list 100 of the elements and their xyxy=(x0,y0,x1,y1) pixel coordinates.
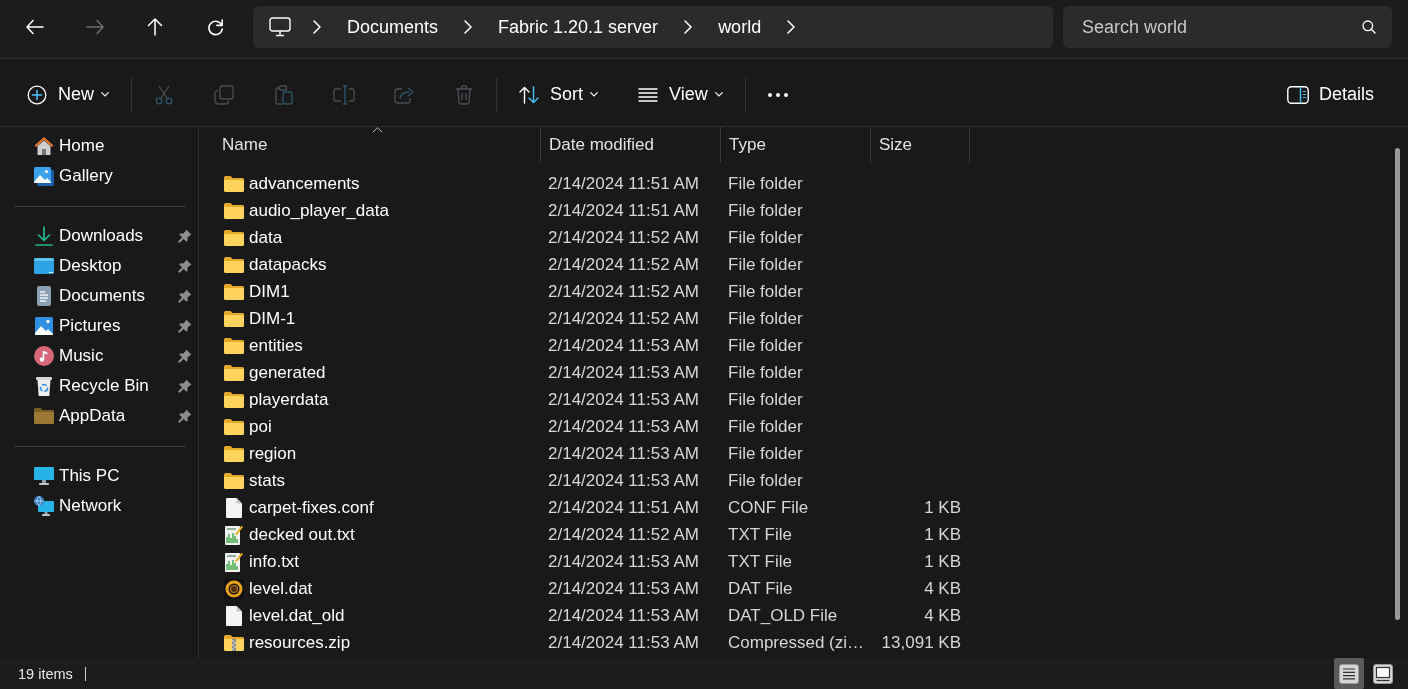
chart-page-icon xyxy=(225,551,243,572)
sidebar-item[interactable]: Pictures xyxy=(34,312,121,340)
column-header[interactable]: Date modified xyxy=(540,127,720,163)
column-header[interactable]: Type xyxy=(720,127,870,163)
scissors-icon xyxy=(155,84,173,105)
chevron-icon[interactable] xyxy=(464,20,473,34)
file-name[interactable]: audio_player_data xyxy=(249,200,389,221)
file-type: TXT File xyxy=(728,551,792,572)
image-icon xyxy=(35,317,53,335)
page-icon xyxy=(226,605,242,626)
file-type: DAT_OLD File xyxy=(728,605,838,626)
file-name[interactable]: datapacks xyxy=(249,254,327,275)
sidebar-item[interactable]: Desktop xyxy=(34,252,122,280)
sort-button[interactable]: Sort xyxy=(509,76,609,113)
sidebar-item[interactable]: Documents xyxy=(34,282,145,310)
copy-icon xyxy=(214,84,234,105)
chevron-icon[interactable] xyxy=(787,20,796,34)
file-name[interactable]: advancements xyxy=(249,173,360,194)
file-name[interactable]: decked out.txt xyxy=(249,524,355,545)
sidebar-item[interactable]: Home xyxy=(34,132,105,160)
date-modified: 2/14/2024 11:52 AM xyxy=(548,524,699,545)
file-name[interactable]: resources.zip xyxy=(249,632,351,653)
breadcrumb[interactable]: Fabric 1.20.1 server xyxy=(494,12,663,42)
file-name[interactable]: playerdata xyxy=(249,389,329,410)
file-name[interactable]: DIM-1 xyxy=(249,308,296,329)
file-name[interactable]: stats xyxy=(249,470,285,491)
date-modified: 2/14/2024 11:51 AM xyxy=(548,173,699,194)
text-cursor-icon xyxy=(333,84,355,105)
sidebar-item[interactable]: Network xyxy=(34,492,122,520)
file-name[interactable]: info.txt xyxy=(249,551,300,572)
file-type: Compressed (zi… xyxy=(728,632,865,653)
file-type: TXT File xyxy=(728,524,792,545)
image-stack-icon xyxy=(34,166,54,186)
file-name[interactable]: data xyxy=(249,227,283,248)
search-field[interactable]: Search world xyxy=(1063,6,1392,48)
folder-icon xyxy=(224,364,244,381)
column-header[interactable]: Name xyxy=(214,127,540,163)
square-icon xyxy=(1373,663,1393,684)
sidebar-item[interactable]: Music xyxy=(34,342,104,370)
file-name[interactable]: carpet-fixes.conf xyxy=(249,497,374,518)
date-modified: 2/14/2024 11:51 AM xyxy=(548,200,699,221)
sidebar-item[interactable]: Gallery xyxy=(34,162,113,190)
file-type: File folder xyxy=(728,416,803,437)
folder-icon xyxy=(224,310,244,327)
globe-monitor-icon xyxy=(34,496,54,516)
file-name[interactable]: poi xyxy=(249,416,272,437)
file-type: File folder xyxy=(728,470,803,491)
file-size: 13,091 KB xyxy=(881,632,961,653)
trash-icon xyxy=(455,84,473,105)
scrollbar-thumb[interactable] xyxy=(1395,148,1400,620)
file-type: File folder xyxy=(728,389,803,410)
back-arrow-icon xyxy=(26,19,44,35)
chart-page-icon xyxy=(225,524,243,545)
document-icon xyxy=(37,286,51,306)
folder-icon xyxy=(224,202,244,219)
sidebar-item[interactable]: AppData xyxy=(34,402,126,430)
file-size: 1 KB xyxy=(924,524,961,545)
share-icon xyxy=(394,85,414,104)
file-size: 4 KB xyxy=(924,578,961,599)
search-icon[interactable] xyxy=(1362,20,1376,34)
date-modified: 2/14/2024 11:52 AM xyxy=(548,254,699,275)
monitor-icon[interactable] xyxy=(269,17,291,37)
item-count: 19 items xyxy=(18,665,73,682)
sidebar-item[interactable]: This PC xyxy=(34,462,120,490)
download-arrow-icon xyxy=(35,226,53,246)
chevron-icon[interactable] xyxy=(313,20,321,34)
address-bar[interactable]: Documents Fabric 1.20.1 server world xyxy=(253,6,1053,48)
date-modified: 2/14/2024 11:53 AM xyxy=(548,632,699,653)
file-name[interactable]: generated xyxy=(249,362,326,383)
file-name[interactable]: level.dat_old xyxy=(249,605,345,626)
view-button[interactable]: View xyxy=(628,76,733,113)
music-note-icon xyxy=(34,346,54,366)
refresh-icon xyxy=(206,18,224,36)
new-button[interactable]: New xyxy=(17,76,119,113)
sidebar-item[interactable]: Recycle Bin xyxy=(34,372,149,400)
file-name[interactable]: entities xyxy=(249,335,303,356)
clipboard-icon xyxy=(275,84,293,105)
folder-icon xyxy=(34,408,54,424)
file-type: File folder xyxy=(728,200,803,221)
date-modified: 2/14/2024 11:53 AM xyxy=(548,578,699,599)
chevron-icon[interactable] xyxy=(684,20,693,34)
file-type: CONF File xyxy=(728,497,809,518)
breadcrumb[interactable]: Documents xyxy=(343,12,443,42)
folder-icon xyxy=(224,391,244,408)
folder-icon xyxy=(224,229,244,246)
file-name[interactable]: region xyxy=(249,443,297,464)
breadcrumb[interactable]: world xyxy=(714,12,766,42)
file-name[interactable]: level.dat xyxy=(249,578,313,599)
date-modified: 2/14/2024 11:51 AM xyxy=(548,497,699,518)
sidebar-item[interactable]: Downloads xyxy=(34,222,144,250)
file-name[interactable]: DIM1 xyxy=(249,281,290,302)
details-view-button[interactable] xyxy=(1334,658,1364,689)
ring-icon xyxy=(224,578,244,599)
details-button[interactable]: Details xyxy=(1276,76,1384,113)
column-header[interactable]: Size xyxy=(870,127,970,163)
date-modified: 2/14/2024 11:53 AM xyxy=(548,335,699,356)
date-modified: 2/14/2024 11:53 AM xyxy=(548,443,699,464)
date-modified: 2/14/2024 11:52 AM xyxy=(548,227,699,248)
up-arrow-icon xyxy=(147,18,163,36)
folder-icon xyxy=(224,418,244,435)
